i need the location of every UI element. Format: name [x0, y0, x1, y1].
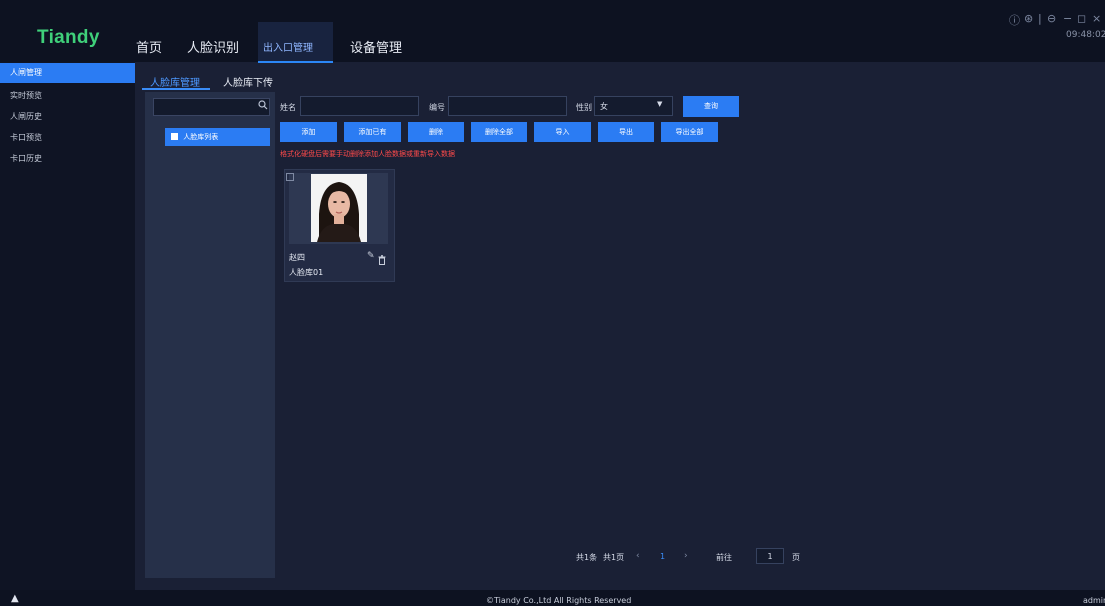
caret-down-icon: ▼ — [657, 100, 663, 108]
tree-item-label: 人脸库列表 — [183, 133, 219, 141]
main-panel — [277, 92, 1091, 578]
sidebar-item-gate-management[interactable]: 人闸管理 — [0, 63, 135, 83]
export-button[interactable]: 导出 — [598, 122, 654, 142]
prev-page-icon[interactable]: ‹ — [636, 551, 640, 561]
tab-face-library-management[interactable]: 人脸库管理 — [150, 74, 200, 89]
pager-goto-label: 前往 — [716, 553, 732, 562]
id-input[interactable] — [448, 96, 567, 116]
name-input[interactable] — [300, 96, 419, 116]
divider-icon: | — [1038, 12, 1042, 25]
sidebar-item-gate-history[interactable]: 人闸历史 — [0, 107, 135, 127]
tab-face-library-download[interactable]: 人脸库下传 — [223, 74, 273, 89]
settings-icon[interactable]: ⊛ — [1024, 12, 1033, 25]
sidebar-item-checkpoint-preview[interactable]: 卡口预览 — [0, 128, 135, 148]
gender-label: 性别 — [576, 103, 592, 112]
minimize-icon[interactable]: − — [1063, 12, 1072, 25]
logo: Tiandy — [37, 27, 100, 48]
nav-access-management[interactable]: 出入口管理 — [263, 39, 313, 54]
warning-icon[interactable]: ▲ — [11, 593, 19, 604]
gender-select[interactable]: 女 ▼ — [594, 96, 673, 116]
sidebar-item-live-preview[interactable]: 实时预览 — [0, 86, 135, 106]
pager-page-unit: 页 — [792, 553, 800, 562]
nav-home[interactable]: 首页 — [136, 37, 162, 56]
delete-button[interactable]: 删除 — [408, 122, 464, 142]
current-user[interactable]: admin — [1083, 596, 1105, 605]
pager-goto-input[interactable]: 1 — [756, 548, 784, 564]
tree-item-face-library-list[interactable]: 人脸库列表 — [165, 128, 270, 146]
copyright-text: ©Tiandy Co.,Ltd All Rights Reserved — [486, 596, 632, 605]
library-search-input[interactable] — [153, 98, 270, 116]
search-icon[interactable] — [258, 100, 268, 113]
warning-text: 格式化硬盘后需要手动删除添加人脸数据或重新导入数据 — [280, 150, 455, 158]
info-icon[interactable]: ⓘ — [1009, 12, 1020, 28]
pager-total-items: 共1条 — [576, 553, 598, 562]
trash-icon[interactable] — [378, 250, 386, 269]
pager-current-page[interactable]: 1 — [660, 552, 665, 561]
query-button[interactable]: 查询 — [683, 96, 739, 117]
clock: 09:48:02 — [1066, 30, 1105, 40]
face-card-library: 人脸库01 — [289, 268, 324, 277]
nav-active-indicator — [258, 61, 333, 63]
gender-select-value: 女 — [600, 102, 608, 111]
nav-device-management[interactable]: 设备管理 — [350, 37, 402, 56]
face-photo — [311, 174, 367, 242]
close-icon[interactable]: × — [1092, 12, 1101, 25]
name-label: 姓名 — [280, 103, 296, 112]
add-existing-button[interactable]: 添加已有 — [344, 122, 401, 142]
delete-all-button[interactable]: 删除全部 — [471, 122, 527, 142]
face-card-name: 赵四 — [289, 253, 305, 262]
face-card-checkbox[interactable] — [286, 173, 294, 181]
pager-total-pages: 共1页 — [603, 553, 625, 562]
tab-active-indicator — [142, 88, 210, 90]
lock-icon[interactable]: ⊖ — [1047, 12, 1056, 25]
sidebar-item-checkpoint-history[interactable]: 卡口历史 — [0, 149, 135, 169]
nav-face-recognition[interactable]: 人脸识别 — [187, 37, 239, 56]
export-all-button[interactable]: 导出全部 — [661, 122, 718, 142]
face-library-icon — [171, 133, 178, 140]
next-page-icon[interactable]: › — [684, 551, 688, 561]
top-bar — [0, 0, 1105, 62]
id-label: 编号 — [429, 103, 445, 112]
library-tree-panel — [145, 92, 275, 578]
edit-icon[interactable]: ✎ — [367, 251, 375, 261]
restore-icon[interactable]: ◻ — [1077, 12, 1086, 25]
import-button[interactable]: 导入 — [534, 122, 591, 142]
add-button[interactable]: 添加 — [280, 122, 337, 142]
